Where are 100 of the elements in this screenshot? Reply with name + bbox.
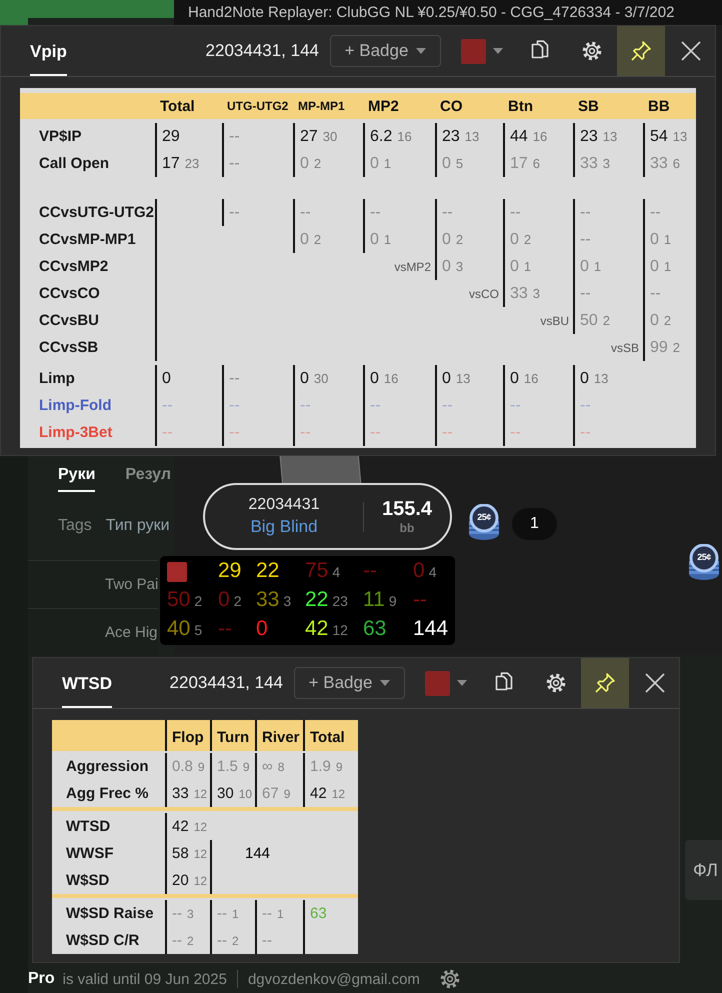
stat-value: --: [370, 424, 381, 441]
sample-count: 12: [194, 820, 208, 834]
settings-icon[interactable]: [440, 969, 460, 989]
sample-count: 9: [242, 760, 250, 774]
row-label: CCvsBU: [38, 311, 100, 331]
sample-count: 9: [284, 787, 290, 801]
stat-value: 99: [650, 339, 668, 356]
stat-value: --: [229, 204, 240, 221]
position-label: vsSB: [610, 341, 639, 355]
row-label: WWSF: [65, 844, 114, 864]
pin-button[interactable]: [617, 26, 665, 76]
hud-stat: 33: [256, 588, 280, 612]
stack-size: 155.4: [382, 498, 432, 521]
sample-count: 8: [278, 760, 284, 774]
caret-icon: [493, 48, 503, 54]
filter-link[interactable]: Tags: [58, 517, 92, 535]
sample-count: 16: [384, 371, 398, 386]
sample-count: 12: [194, 787, 208, 801]
row-label: Limp-Fold: [38, 396, 112, 416]
stat-value: --: [442, 397, 453, 414]
stat-value: 1.9: [310, 758, 331, 775]
sample-count: 12: [332, 622, 348, 638]
stat-value: 0: [370, 155, 379, 172]
stat-value: --: [580, 397, 591, 414]
sample-count: 16: [397, 129, 412, 144]
sample-count: 3: [187, 907, 194, 921]
row-label: CCvsMP2: [38, 257, 110, 277]
stat-value: ∞: [262, 758, 273, 775]
column-header: Turn: [210, 720, 255, 751]
column-header: Btn: [507, 98, 534, 114]
tab[interactable]: Руки: [58, 466, 96, 492]
row-label: VP$IP: [38, 127, 83, 147]
hud-stat: 0: [256, 617, 268, 641]
badge-button[interactable]: + Badge: [294, 667, 405, 699]
filter-link[interactable]: Тип руки: [106, 517, 170, 535]
stat-value: 0: [442, 231, 451, 248]
stat-value: 6.2: [370, 128, 392, 145]
row-label: W$SD Raise: [65, 904, 155, 924]
sample-count: 1: [232, 907, 239, 921]
row-label: Call Open: [38, 154, 110, 174]
sample-count: 2: [234, 593, 242, 609]
stat-value: --: [217, 905, 227, 922]
sample-count: 30: [322, 129, 338, 144]
column-header: Flop: [165, 720, 210, 751]
stat-value: --: [229, 128, 240, 145]
stat-value: 0: [510, 370, 519, 387]
stat-value: --: [510, 397, 521, 414]
stat-value: 0.8: [172, 758, 193, 775]
stat-value: 0: [650, 258, 659, 275]
player-ids: 22034431, 144: [206, 41, 319, 61]
sample-count: 3: [532, 286, 540, 301]
hud-stat: 0: [218, 588, 230, 612]
sample-count: 10: [238, 787, 252, 801]
stat-value: --: [300, 424, 311, 441]
badge-color-swatch[interactable]: [461, 38, 486, 64]
chip-value: 25¢: [696, 552, 712, 562]
stat-value: 63: [310, 905, 327, 922]
plan-name: Pro: [28, 970, 55, 988]
stat-value: 29: [162, 128, 180, 145]
pin-button[interactable]: [581, 658, 629, 708]
sample-count: 2: [456, 232, 464, 247]
side-button[interactable]: ФЛ: [685, 840, 722, 900]
row-label: Limp: [38, 369, 76, 389]
tab[interactable]: Vpip: [30, 26, 67, 76]
row-label: CCvsMP-MP1: [38, 230, 137, 250]
stat-value: 0: [510, 231, 519, 248]
row-label: Aggression: [65, 757, 150, 777]
stat-value: --: [172, 932, 182, 949]
stat-value: --: [172, 905, 182, 922]
stat-value: --: [229, 155, 240, 172]
badge-color-swatch[interactable]: [425, 670, 450, 696]
badge-button[interactable]: + Badge: [330, 35, 441, 67]
column-header: MP-MP1: [297, 99, 346, 113]
column-header: UTG-UTG2: [226, 99, 290, 113]
stat-value: 0: [650, 312, 659, 329]
close-icon[interactable]: [681, 41, 701, 61]
stat-value: 0: [300, 155, 309, 172]
stat-value: 33: [172, 785, 189, 802]
stat-value: 27: [300, 128, 318, 145]
stat-value: 0: [370, 370, 379, 387]
close-icon[interactable]: [645, 673, 665, 693]
sample-count: 1: [594, 259, 602, 274]
stat-value: --: [510, 204, 521, 221]
stat-value: 0: [300, 370, 309, 387]
sample-count: 23: [332, 593, 348, 609]
hud-stat: 144: [413, 617, 448, 641]
tab[interactable]: Резул: [125, 466, 171, 492]
tab[interactable]: WTSD: [62, 658, 112, 708]
row-label: Agg Frec %: [65, 784, 150, 804]
stat-value: 33: [510, 285, 528, 302]
stat-value: --: [510, 424, 521, 441]
column-header: Total: [159, 98, 196, 114]
stat-value: --: [162, 424, 173, 441]
hud-stat: 22: [305, 588, 328, 612]
hud-stat: 11: [363, 588, 385, 612]
stat-value: 0: [442, 258, 451, 275]
pin-icon: [594, 672, 616, 694]
sample-count: 3: [602, 156, 610, 171]
sample-count: 9: [336, 760, 343, 774]
stat-value: 17: [510, 155, 528, 172]
